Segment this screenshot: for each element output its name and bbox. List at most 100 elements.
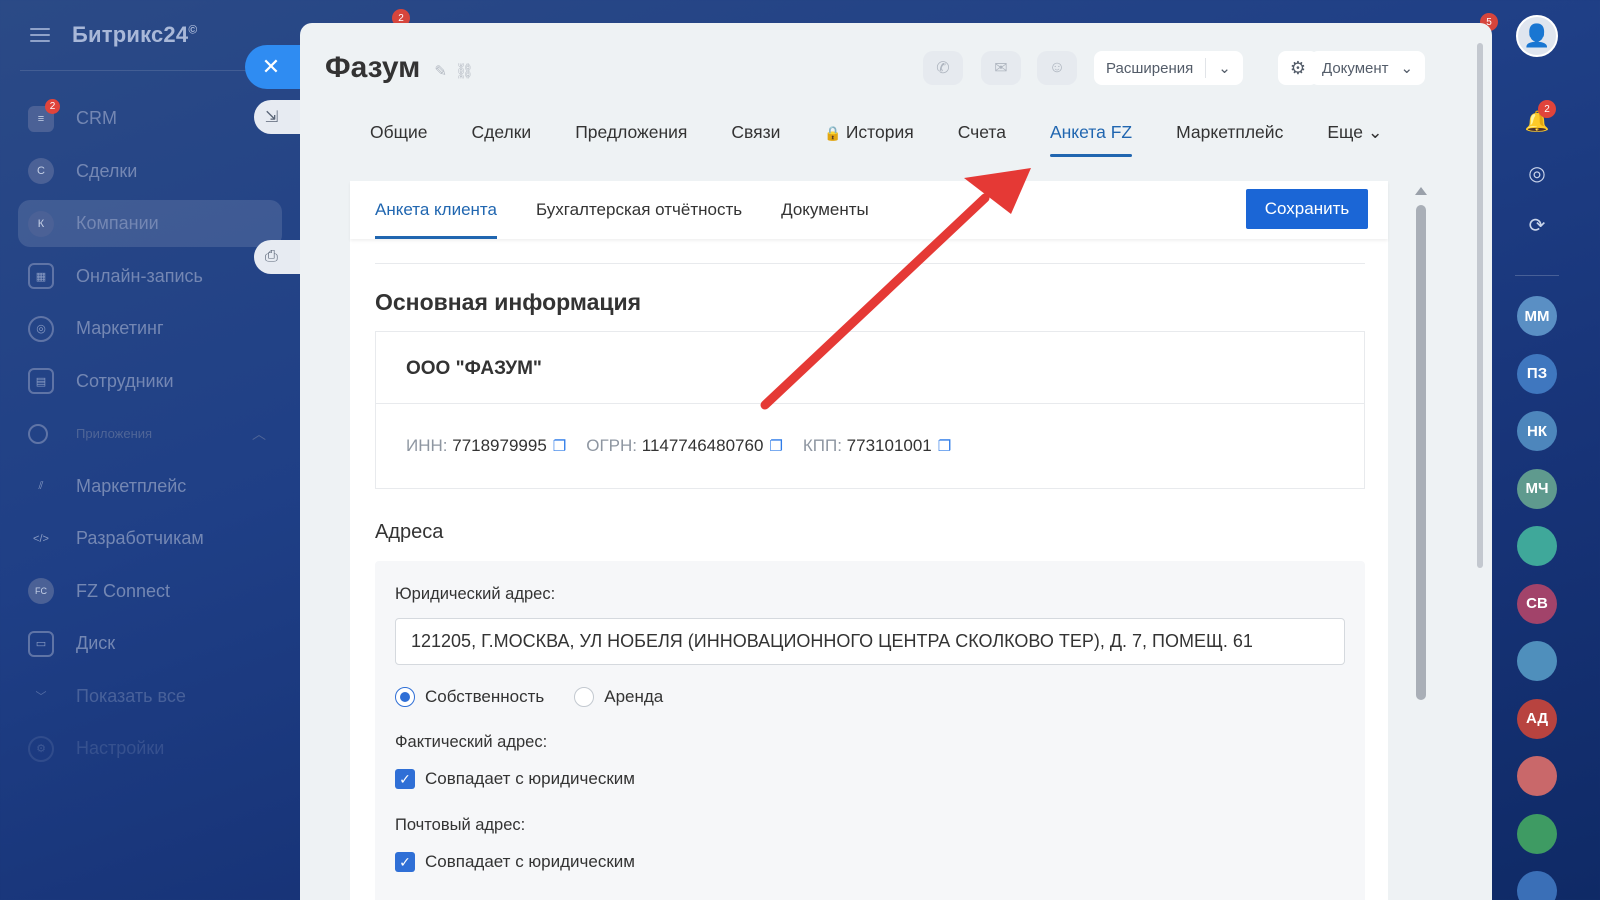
section-title-addresses: Адреса [375, 521, 444, 543]
rail-contact-avatar[interactable] [1517, 526, 1557, 566]
sidebar-item-label: CRM [76, 108, 117, 128]
radio-ownership[interactable] [395, 687, 415, 707]
copy-icon[interactable]: ❐ [769, 438, 782, 455]
tab-marketplace[interactable]: Маркетплейс [1154, 121, 1305, 157]
chat-button[interactable]: ☺ [1037, 51, 1077, 85]
rail-contact-avatar[interactable]: СВ [1517, 583, 1557, 624]
subtab-client-form[interactable]: Анкета клиента [375, 181, 497, 239]
radio-rent-label: Аренда [604, 687, 664, 706]
link-icon[interactable]: ⛓ [455, 62, 474, 80]
sidebar-item-marketplace[interactable]: ⫽ Маркетплейс [18, 463, 282, 510]
sub-tabs: Анкета клиента Бухгалтерская отчётность … [350, 181, 1388, 239]
rail-contact-avatar[interactable] [1517, 813, 1557, 854]
rail-contact-avatar[interactable]: ПЗ [1517, 353, 1557, 394]
rail-contact-avatar[interactable]: АД [1517, 698, 1557, 739]
postal-same-checkbox-row: ✓ Совпадает с юридическим [395, 852, 635, 872]
document-dropdown[interactable]: Документ ⌄ [1310, 51, 1426, 85]
sidebar-item-label: Онлайн-запись [76, 265, 203, 286]
save-button[interactable]: Сохранить [1246, 189, 1368, 229]
minimize-slider-button[interactable]: ⇲ [254, 100, 304, 134]
tab-offers[interactable]: Предложения [553, 121, 709, 157]
scroll-up-arrow[interactable] [1415, 187, 1427, 195]
app-logo[interactable]: Битрикс24© [72, 22, 197, 48]
subtab-documents[interactable]: Документы [781, 181, 869, 239]
rail-contact-avatar[interactable]: МЧ [1517, 468, 1557, 509]
subtab-accounting[interactable]: Бухгалтерская отчётность [536, 181, 742, 239]
extensions-dropdown[interactable]: Расширения ⌄ [1094, 51, 1243, 85]
radio-rent[interactable] [574, 687, 595, 707]
sidebar-item-booking[interactable]: ▦ Онлайн-запись [18, 253, 282, 300]
panel-scrollbar-thumb[interactable] [1477, 43, 1483, 568]
company-name: ООО "ФАЗУМ" [406, 358, 542, 379]
sidebar-item-companies[interactable]: К Компании [18, 200, 282, 247]
sidebar-item-label: FZ Connect [76, 580, 171, 601]
legal-address-input[interactable]: 121205, Г.МОСКВА, УЛ НОБЕЛЯ (ИННОВАЦИОНН… [395, 618, 1345, 665]
tab-fz-questionnaire[interactable]: Анкета FZ [1028, 121, 1154, 157]
tab-invoices[interactable]: Счета [936, 121, 1028, 157]
call-button[interactable]: ✆ [923, 51, 963, 85]
left-sidebar: Битрикс24© ≡ 2 CRM С Сделки К Компании ▦… [0, 0, 300, 900]
companies-letter-icon: К [28, 210, 54, 237]
sidebar-divider [20, 70, 280, 71]
sidebar-show-all[interactable]: ﹀ Показать все [18, 673, 282, 720]
sidebar-item-developers[interactable]: </> Разработчикам [18, 515, 282, 562]
chat-sync-icon[interactable]: ⟳ [1519, 207, 1555, 243]
tab-links[interactable]: Связи [709, 121, 802, 157]
sidebar-item-label: Разработчикам [76, 528, 204, 548]
print-button[interactable]: ⎙ [254, 240, 304, 274]
rail-contact-avatar[interactable]: НК [1517, 411, 1557, 451]
sidebar-item-label: Компании [76, 213, 159, 233]
contacts-icon: ▤ [28, 368, 54, 394]
kpp-value: 773101001 [846, 436, 932, 455]
rail-contact-avatar[interactable] [1517, 871, 1557, 900]
sidebar-item-deals[interactable]: С Сделки [18, 148, 282, 195]
copy-icon[interactable]: ❐ [553, 438, 566, 455]
rail-contact-avatar[interactable]: ММ [1517, 296, 1557, 336]
company-requisites: ИНН: 7718979995 ❐ ОГРН: 1147746480760 ❐ КП… [406, 436, 951, 456]
lock-icon: 🔒 [824, 125, 842, 141]
actual-same-checkbox-row: ✓ Совпадает с юридическим [395, 769, 635, 789]
tab-deals[interactable]: Сделки [450, 121, 554, 157]
rail-contact-avatar[interactable] [1517, 641, 1557, 681]
inn-value: 7718979995 [452, 436, 547, 455]
sidebar-item-label: Показать все [76, 685, 186, 706]
sidebar-item-disk[interactable]: ▭ Диск [18, 620, 282, 667]
user-avatar[interactable]: 👤 [1516, 15, 1558, 57]
card-scrollbar-thumb[interactable] [1416, 205, 1426, 700]
section-title-main-info: Основная информация [375, 289, 642, 315]
target-rail-icon[interactable]: ◎ [1519, 155, 1555, 191]
menu-icon[interactable] [30, 28, 50, 42]
email-button[interactable]: ✉ [981, 51, 1021, 85]
sidebar-item-label: Диск [76, 633, 116, 653]
ownership-radio-group: Собственность Аренда [395, 687, 663, 707]
sidebar-item-marketing[interactable]: ◎ Маркетинг [18, 305, 282, 352]
target-icon: ◎ [28, 315, 54, 342]
sidebar-section-apps[interactable]: Приложения ︿ [18, 410, 282, 457]
addresses-box: Юридический адрес: 121205, Г.МОСКВА, УЛ … [375, 561, 1365, 900]
sidebar-item-label: Сотрудники [76, 370, 174, 391]
sidebar-item-employees[interactable]: ▤ Сотрудники [18, 358, 282, 405]
tab-more[interactable]: Еще ⌄ [1305, 121, 1404, 157]
close-slider-button[interactable]: ✕ [245, 45, 305, 89]
pencil-icon[interactable]: ✎ [434, 62, 447, 80]
tab-general[interactable]: Общие [348, 121, 450, 157]
sidebar-settings[interactable]: ⚙ Настройки [18, 725, 282, 772]
actual-same-checkbox[interactable]: ✓ [395, 769, 415, 789]
apps-icon [28, 423, 48, 444]
postal-same-checkbox[interactable]: ✓ [395, 852, 415, 872]
market-icon: ⫽ [38, 479, 44, 492]
chevron-up-icon[interactable]: ︿ [252, 424, 266, 444]
sidebar-item-crm[interactable]: ≡ 2 CRM [18, 95, 282, 142]
actual-address-label: Фактический адрес: [395, 733, 548, 751]
sidebar-item-fz-connect[interactable]: FC FZ Connect [18, 568, 282, 615]
printer-icon: ⎙ [265, 248, 278, 265]
tab-history[interactable]: 🔒 История [802, 121, 935, 157]
copy-icon[interactable]: ❐ [938, 438, 951, 455]
right-rail: 👤 🔔 2 ◎ ⟳ ММ ПЗ НК МЧ СВ АД [1490, 0, 1600, 900]
company-info-box: ООО "ФАЗУМ" ИНН: 7718979995 ❐ ОГРН: 11477… [375, 331, 1365, 489]
ogrn-value: 1147746480760 [641, 436, 764, 455]
code-icon: </> [33, 532, 49, 545]
radio-ownership-label: Собственность [425, 687, 545, 706]
main-tabs: Общие Сделки Предложения Связи 🔒 История … [348, 121, 1404, 157]
rail-contact-avatar[interactable] [1517, 756, 1557, 796]
